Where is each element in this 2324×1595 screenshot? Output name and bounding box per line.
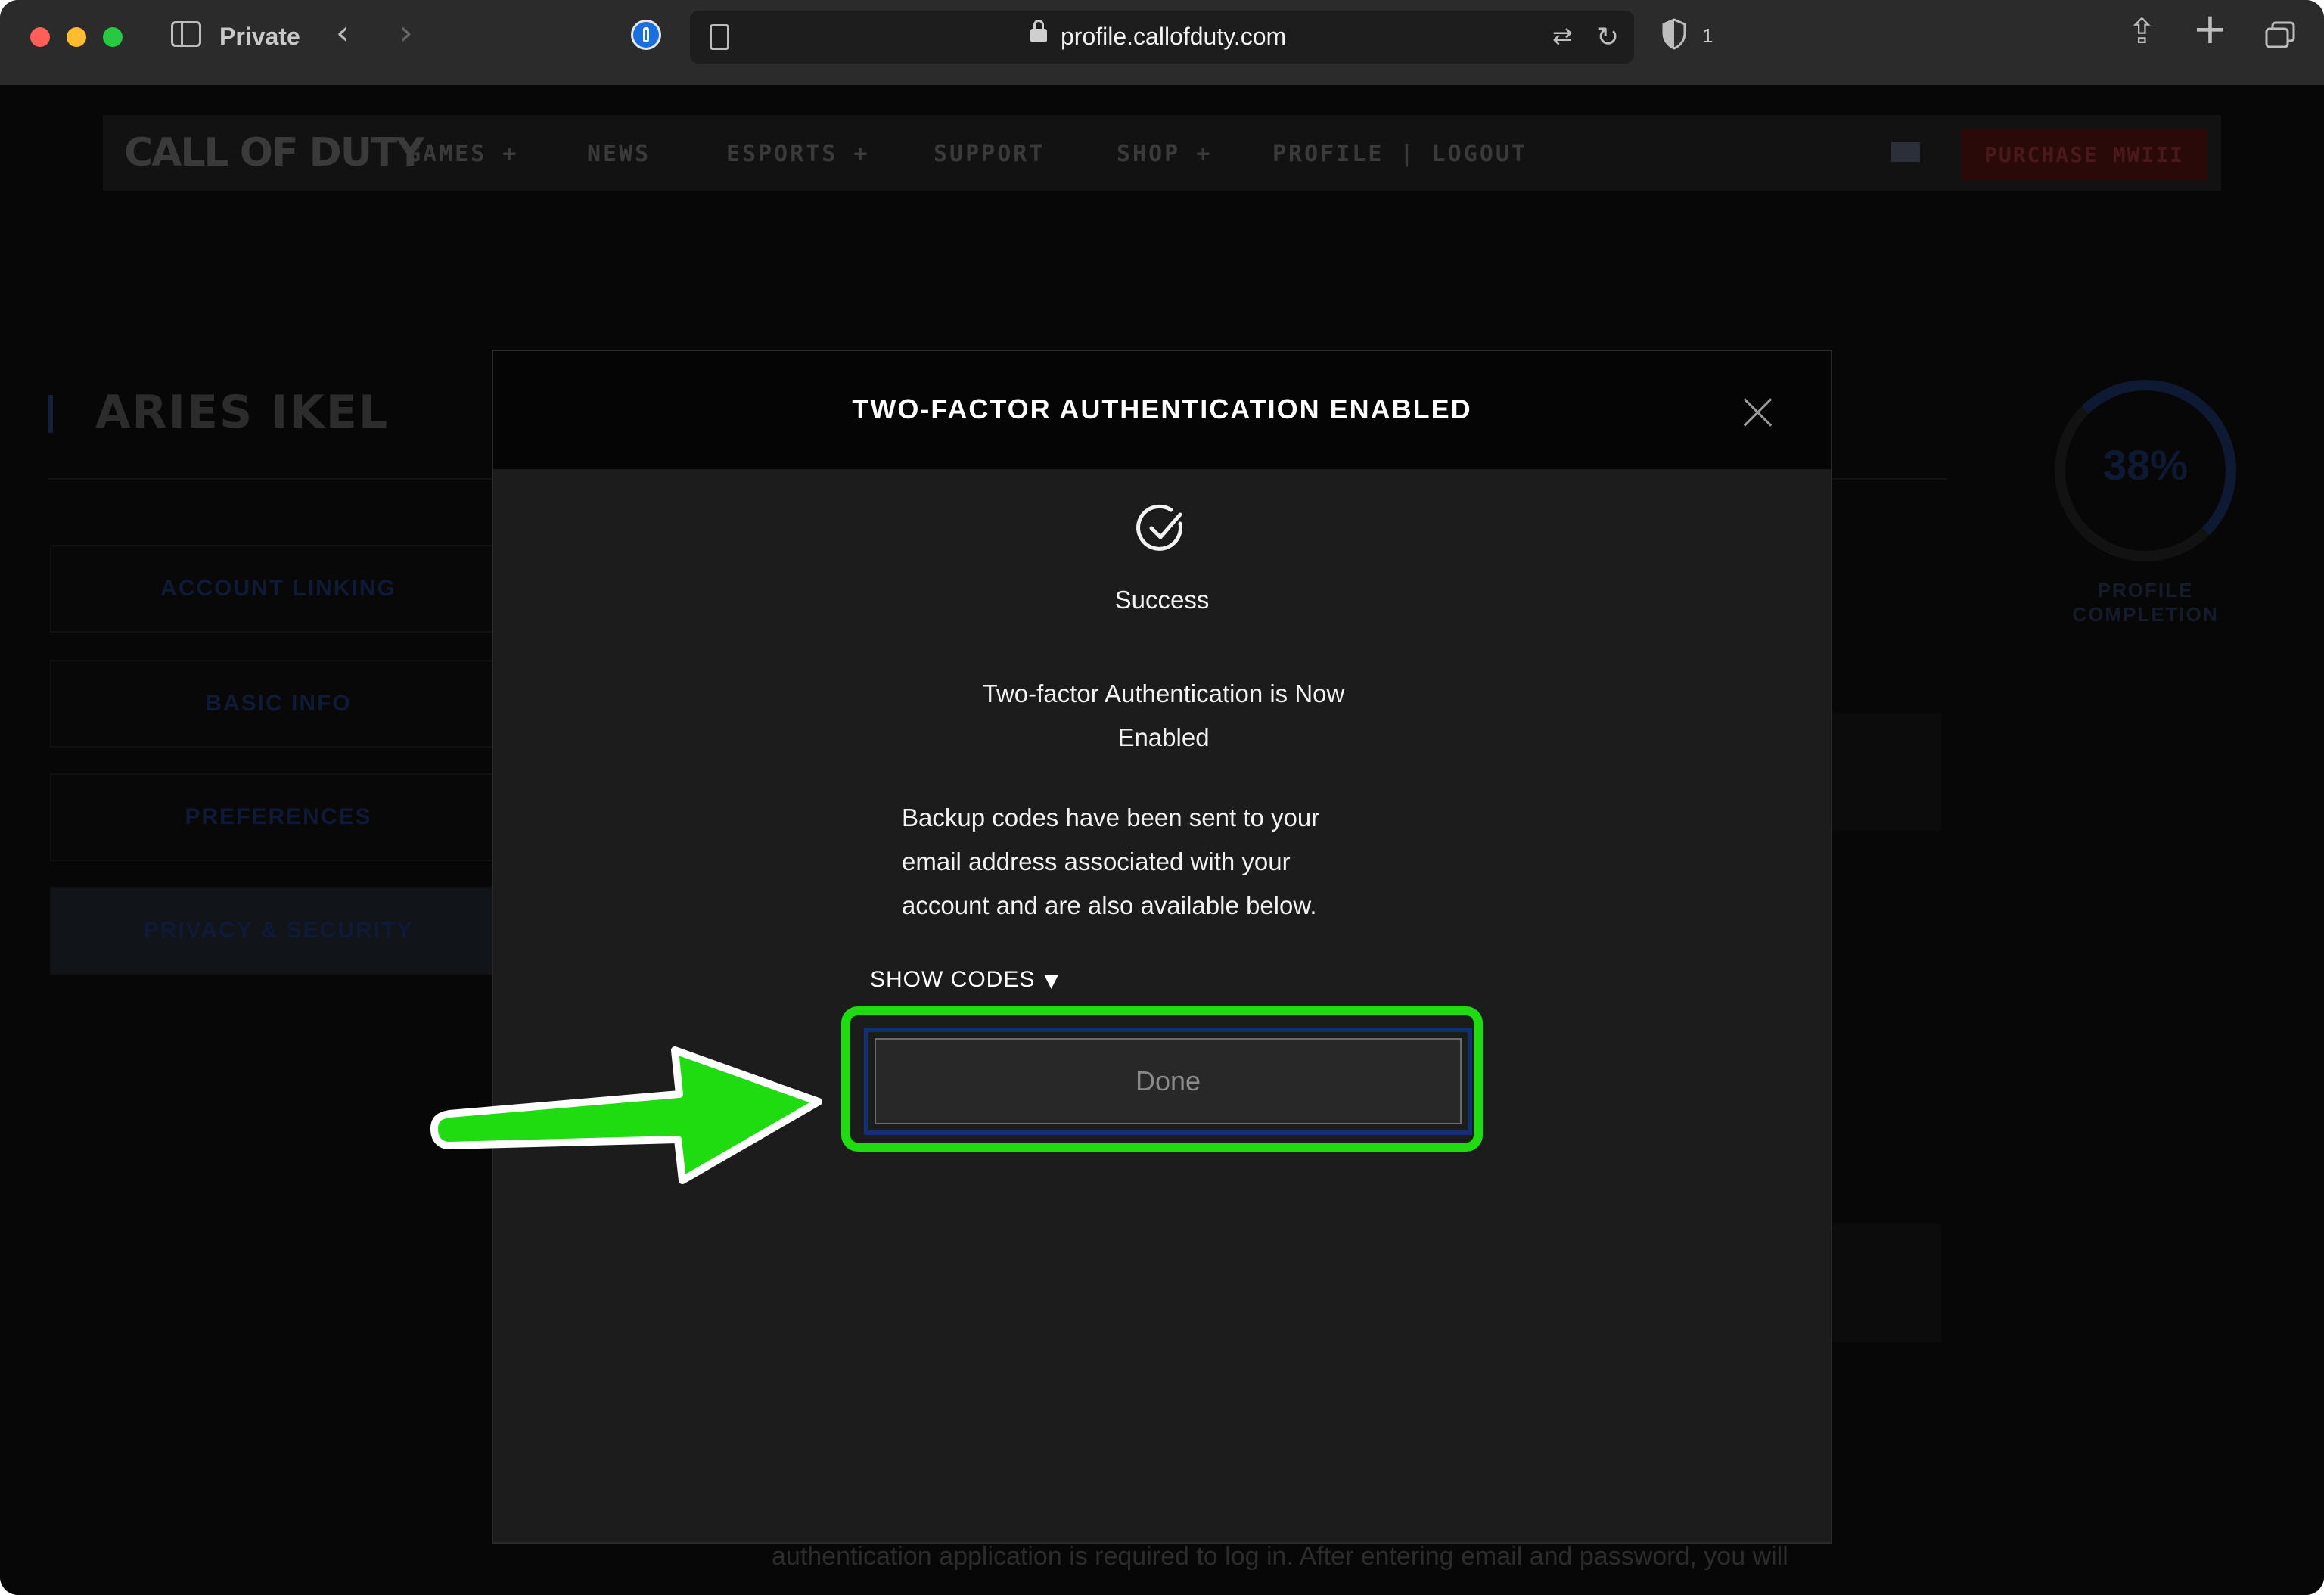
new-tab-icon[interactable]: + [2192, 5, 2228, 54]
reload-icon[interactable]: ↻ [1596, 21, 1619, 53]
backup-codes-message: Backup codes have been sent to your emai… [902, 804, 1320, 919]
nav-support[interactable]: SUPPORT [934, 141, 1045, 167]
back-arrow-icon[interactable]: ‹ [336, 14, 350, 52]
modal-header: TWO-FACTOR AUTHENTICATION ENABLED [493, 351, 1831, 469]
profile-name: ARIES IKEL [95, 386, 390, 439]
nav-shop[interactable]: SHOP + [1117, 141, 1212, 167]
translate-icon[interactable]: ⇄ [1552, 21, 1573, 50]
profile-completion-percent: 38% [2102, 441, 2189, 489]
sidebar-item-preferences[interactable]: PREFERENCES [50, 773, 507, 861]
lock-icon [1030, 20, 1047, 42]
nav-news[interactable]: NEWS [587, 141, 651, 167]
minimize-window-button[interactable] [67, 27, 86, 47]
browser-window: Private ‹ › profile.callofduty.com ⇄ ↻ 1… [0, 0, 2324, 1595]
site-logo[interactable]: CALL OF DUTY [124, 130, 424, 176]
success-check-icon [1136, 504, 1182, 551]
highlight-box [841, 1006, 1483, 1152]
two-factor-modal: TWO-FACTOR AUTHENTICATION ENABLED Succes… [492, 350, 1832, 1544]
share-icon[interactable]: ⇪ [2127, 11, 2157, 51]
name-accent-bar [48, 395, 53, 433]
private-mode-label: Private [219, 23, 300, 50]
url-text[interactable]: profile.callofduty.com [1061, 23, 1286, 51]
nav-games[interactable]: GAMES + [407, 141, 518, 167]
nav-profile-logout[interactable]: PROFILE | LOGOUT [1272, 141, 1527, 167]
zoom-window-button[interactable] [103, 27, 123, 47]
nav-esports[interactable]: ESPORTS + [726, 141, 870, 167]
close-icon[interactable] [1743, 396, 1773, 427]
page-body-text: authentication application is required t… [772, 1542, 1788, 1571]
enabled-message: Two-factor Authentication is Now Enabled [982, 679, 1345, 751]
show-codes-toggle[interactable]: SHOW CODES ▼ [870, 967, 1059, 993]
forward-arrow-icon[interactable]: › [399, 14, 413, 52]
site-navigation: CALL OF DUTY GAMES + NEWS ESPORTS + SUPP… [103, 115, 2221, 191]
privacy-shield-icon[interactable] [1661, 18, 1687, 50]
sidebar-item-account-linking[interactable]: ACCOUNT LINKING [50, 545, 507, 633]
success-label: Success [1114, 586, 1210, 614]
region-flag-icon[interactable] [1891, 142, 1920, 162]
tracker-count: 1 [1702, 24, 1713, 47]
sidebar-toggle-icon[interactable] [171, 21, 201, 47]
content-panel [1831, 1224, 1941, 1342]
sidebar-item-basic-info[interactable]: BASIC INFO [50, 660, 507, 748]
close-window-button[interactable] [30, 27, 50, 47]
show-codes-label: SHOW CODES [870, 967, 1036, 992]
password-manager-icon[interactable] [631, 20, 661, 50]
caret-down-icon: ▼ [1044, 970, 1059, 991]
pointer-arrow-icon [430, 1046, 822, 1184]
content-panel [1831, 713, 1941, 831]
reader-view-icon[interactable] [710, 24, 729, 50]
tab-overview-icon[interactable] [2265, 21, 2295, 48]
sidebar-item-privacy-security[interactable]: PRIVACY & SECURITY [50, 887, 507, 975]
browser-toolbar: Private ‹ › profile.callofduty.com ⇄ ↻ 1… [0, 0, 2324, 86]
modal-title: TWO-FACTOR AUTHENTICATION ENABLED [852, 393, 1472, 424]
profile-completion-label: PROFILE COMPLETION [2072, 579, 2219, 626]
purchase-button[interactable]: PURCHASE MWIII [1961, 129, 2207, 180]
address-bar[interactable]: profile.callofduty.com ⇄ ↻ [690, 11, 1634, 64]
